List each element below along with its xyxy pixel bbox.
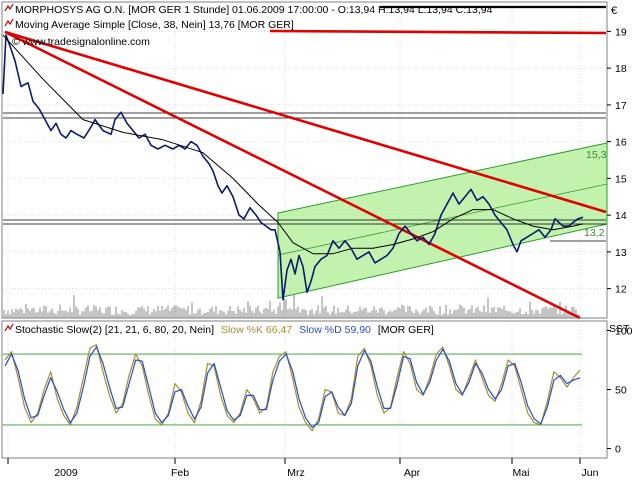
stochastic-title: Stochastic Slow(2) [21, 21, 6, 80, 20, N… bbox=[15, 324, 434, 336]
currency-label: € bbox=[611, 5, 617, 17]
x-axis-ticks: 2009 Feb Mrz Apr Mai Jun bbox=[7, 458, 599, 479]
x-tick-label: 2009 bbox=[54, 467, 78, 479]
price-y-tick-label: 18 bbox=[615, 63, 627, 75]
watermark: © www.tradesignalonline.com bbox=[12, 36, 150, 48]
slow-k-label: Slow %K 66,47 bbox=[221, 324, 292, 336]
channel-label: 15,3 bbox=[586, 149, 607, 161]
stochastic-suffix: [MOR GER] bbox=[378, 324, 434, 336]
y-axis-ticks: 1213141516171819050100 bbox=[607, 26, 633, 456]
stochastic-y-tick-label: 50 bbox=[615, 385, 627, 397]
price-y-tick-label: 15 bbox=[615, 173, 627, 185]
channel-label: 13,2 bbox=[584, 227, 605, 239]
stochastic-panel-frame bbox=[1, 320, 608, 459]
x-tick-label: Mrz bbox=[287, 467, 305, 479]
stochastic-axis-title: SST bbox=[609, 323, 630, 335]
price-title: MORPHOSYS AG O.N. [MOR GER 1 Stunde] 01.… bbox=[15, 4, 493, 16]
price-y-tick-label: 17 bbox=[615, 100, 627, 112]
chart-canvas: 15,313,2 1213141516171819050100 2009 Feb M… bbox=[1, 1, 633, 479]
x-tick-label: Feb bbox=[171, 467, 189, 479]
stochastic-y-tick-label: 0 bbox=[615, 444, 621, 456]
x-tick-label: Apr bbox=[404, 467, 421, 479]
price-y-tick-label: 16 bbox=[615, 137, 627, 149]
stochastic-prefix: Stochastic Slow(2) [21, 21, 6, 80, 20, N… bbox=[15, 324, 214, 336]
ma-title: Moving Average Simple [Close, 38, Nein] … bbox=[15, 19, 294, 31]
x-tick-label: Mai bbox=[513, 467, 530, 479]
price-y-tick-label: 19 bbox=[615, 26, 627, 38]
slow-d-label: Slow %D 59,90 bbox=[299, 324, 371, 336]
price-y-tick-label: 14 bbox=[615, 210, 627, 222]
price-y-tick-label: 12 bbox=[615, 284, 627, 296]
x-tick-label: Jun bbox=[582, 467, 599, 479]
price-y-tick-label: 13 bbox=[615, 247, 627, 259]
